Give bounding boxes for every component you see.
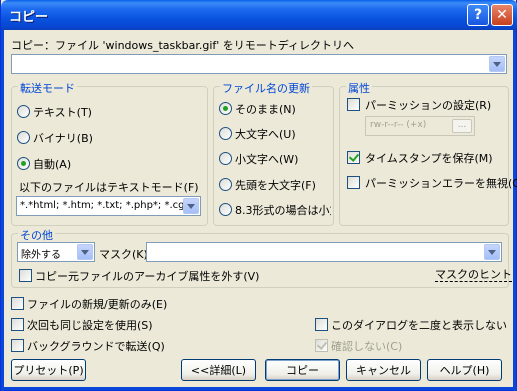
- target-directory-combo[interactable]: [11, 54, 507, 74]
- radio-text[interactable]: [17, 105, 30, 118]
- radio-as-is[interactable]: [219, 102, 232, 115]
- other-label: その他: [18, 227, 55, 243]
- preset-button[interactable]: プリセット(P): [11, 359, 86, 381]
- radio-uppercase-label[interactable]: 大文字へ(U): [235, 126, 296, 142]
- radio-binary-label[interactable]: バイナリ(B): [33, 130, 93, 146]
- frame-left: [1, 30, 4, 391]
- radio-8-3-lowercase-label[interactable]: 8.3形式の場合は小文: [235, 202, 331, 218]
- new-updated-only-checkbox[interactable]: [11, 297, 24, 310]
- radio-capitalize-label[interactable]: 先頭を大文字(F): [235, 177, 316, 193]
- help-icon: ?: [473, 7, 483, 23]
- details-button[interactable]: <<詳細(L): [181, 359, 256, 381]
- attributes-label: 属性: [346, 80, 372, 96]
- close-icon: ✕: [496, 7, 508, 23]
- ignore-permission-errors-checkbox[interactable]: [347, 176, 360, 189]
- no-confirm-label: 確認しない(C): [331, 340, 403, 353]
- transfer-mode-label: 転送モード: [18, 80, 77, 96]
- cancel-button-label: キャンセル: [356, 364, 411, 377]
- ignore-permission-errors-label[interactable]: パーミッションエラーを無視(O): [365, 175, 517, 191]
- permissions-value: rw-r--r-- (+x): [370, 120, 427, 130]
- help-button[interactable]: ヘルプ(H): [427, 359, 502, 381]
- preset-button-label: プリセット(P): [13, 364, 84, 377]
- use-same-settings-label[interactable]: 次回も同じ設定を使用(S): [27, 317, 153, 333]
- frame-right: [513, 30, 516, 391]
- background-transfer-checkbox[interactable]: [11, 339, 24, 352]
- copy-button[interactable]: コピー: [265, 359, 340, 381]
- radio-lowercase[interactable]: [219, 152, 232, 165]
- set-permissions-label[interactable]: パーミッションの設定(R): [365, 97, 491, 113]
- radio-lowercase-label[interactable]: 小文字へ(W): [235, 151, 298, 167]
- dont-show-again-checkbox[interactable]: [315, 318, 328, 331]
- permissions-edit-button[interactable]: ...: [452, 119, 472, 133]
- radio-8-3-lowercase[interactable]: [219, 203, 232, 216]
- radio-capitalize[interactable]: [219, 178, 232, 191]
- mask-label: マスク(K): [99, 248, 148, 261]
- copy-button-label: コピー: [286, 364, 319, 377]
- filename-case-label: ファイル名の更新: [220, 80, 312, 96]
- dropdown-arrow-icon[interactable]: [489, 56, 505, 72]
- radio-as-is-label[interactable]: そのまま(N): [235, 101, 296, 117]
- cancel-button[interactable]: キャンセル: [346, 359, 421, 381]
- permissions-display: rw-r--r-- (+x) ...: [365, 116, 475, 136]
- mask-hint-text[interactable]: マスクのヒント: [435, 268, 512, 282]
- preserve-timestamp-checkbox[interactable]: [347, 151, 360, 164]
- new-updated-only-label[interactable]: ファイルの新規/更新のみ(E): [27, 296, 167, 312]
- frame-bottom: [1, 387, 517, 390]
- set-permissions-checkbox[interactable]: [347, 98, 360, 111]
- use-same-settings-checkbox[interactable]: [11, 318, 24, 331]
- background-transfer-label[interactable]: バックグラウンドで転送(Q): [27, 338, 165, 354]
- copy-prompt: コピー：ファイル 'windows_taskbar.gif' をリモートディレク…: [11, 39, 355, 52]
- radio-auto-label[interactable]: 自動(A): [33, 156, 71, 172]
- mask-combo[interactable]: [146, 242, 502, 262]
- radio-text-label[interactable]: テキスト(T): [33, 104, 92, 120]
- title-bar[interactable]: コピー ? ✕: [1, 0, 517, 30]
- close-button[interactable]: ✕: [491, 4, 513, 26]
- no-confirm-checkbox: [315, 339, 328, 352]
- radio-binary[interactable]: [17, 131, 30, 144]
- details-button-label: <<詳細(L): [190, 364, 247, 377]
- exclude-value: 除外する: [21, 250, 61, 261]
- clear-archive-checkbox[interactable]: [19, 269, 32, 282]
- text-mode-files-value: *.*html; *.htm; *.txt; *.php*; *.cgi;: [20, 200, 191, 211]
- text-mode-files-label: 以下のファイルはテキストモード(F): [19, 181, 199, 194]
- mask-hint-link[interactable]: マスクのヒント: [435, 266, 512, 282]
- dropdown-arrow-icon[interactable]: [77, 244, 93, 260]
- exclude-combo[interactable]: 除外する: [17, 242, 95, 262]
- dropdown-arrow-icon[interactable]: [484, 244, 500, 260]
- text-mode-files-combo[interactable]: *.*html; *.htm; *.txt; *.php*; *.cgi;: [16, 196, 201, 216]
- help-button-label: ヘルプ(H): [439, 364, 490, 377]
- help-title-button[interactable]: ?: [467, 4, 489, 26]
- copy-dialog: コピー ? ✕ コピー：ファイル 'windows_taskbar.gif' を…: [0, 0, 517, 391]
- clear-archive-label[interactable]: コピー元ファイルのアーカイブ属性を外す(V): [35, 268, 259, 284]
- radio-uppercase[interactable]: [219, 127, 232, 140]
- radio-auto[interactable]: [17, 157, 30, 170]
- dont-show-again-label[interactable]: このダイアログを二度と表示しない: [331, 317, 507, 333]
- window-title: コピー: [9, 10, 49, 25]
- dropdown-arrow-icon[interactable]: [183, 198, 199, 214]
- preserve-timestamp-label[interactable]: タイムスタンプを保存(M): [365, 150, 493, 166]
